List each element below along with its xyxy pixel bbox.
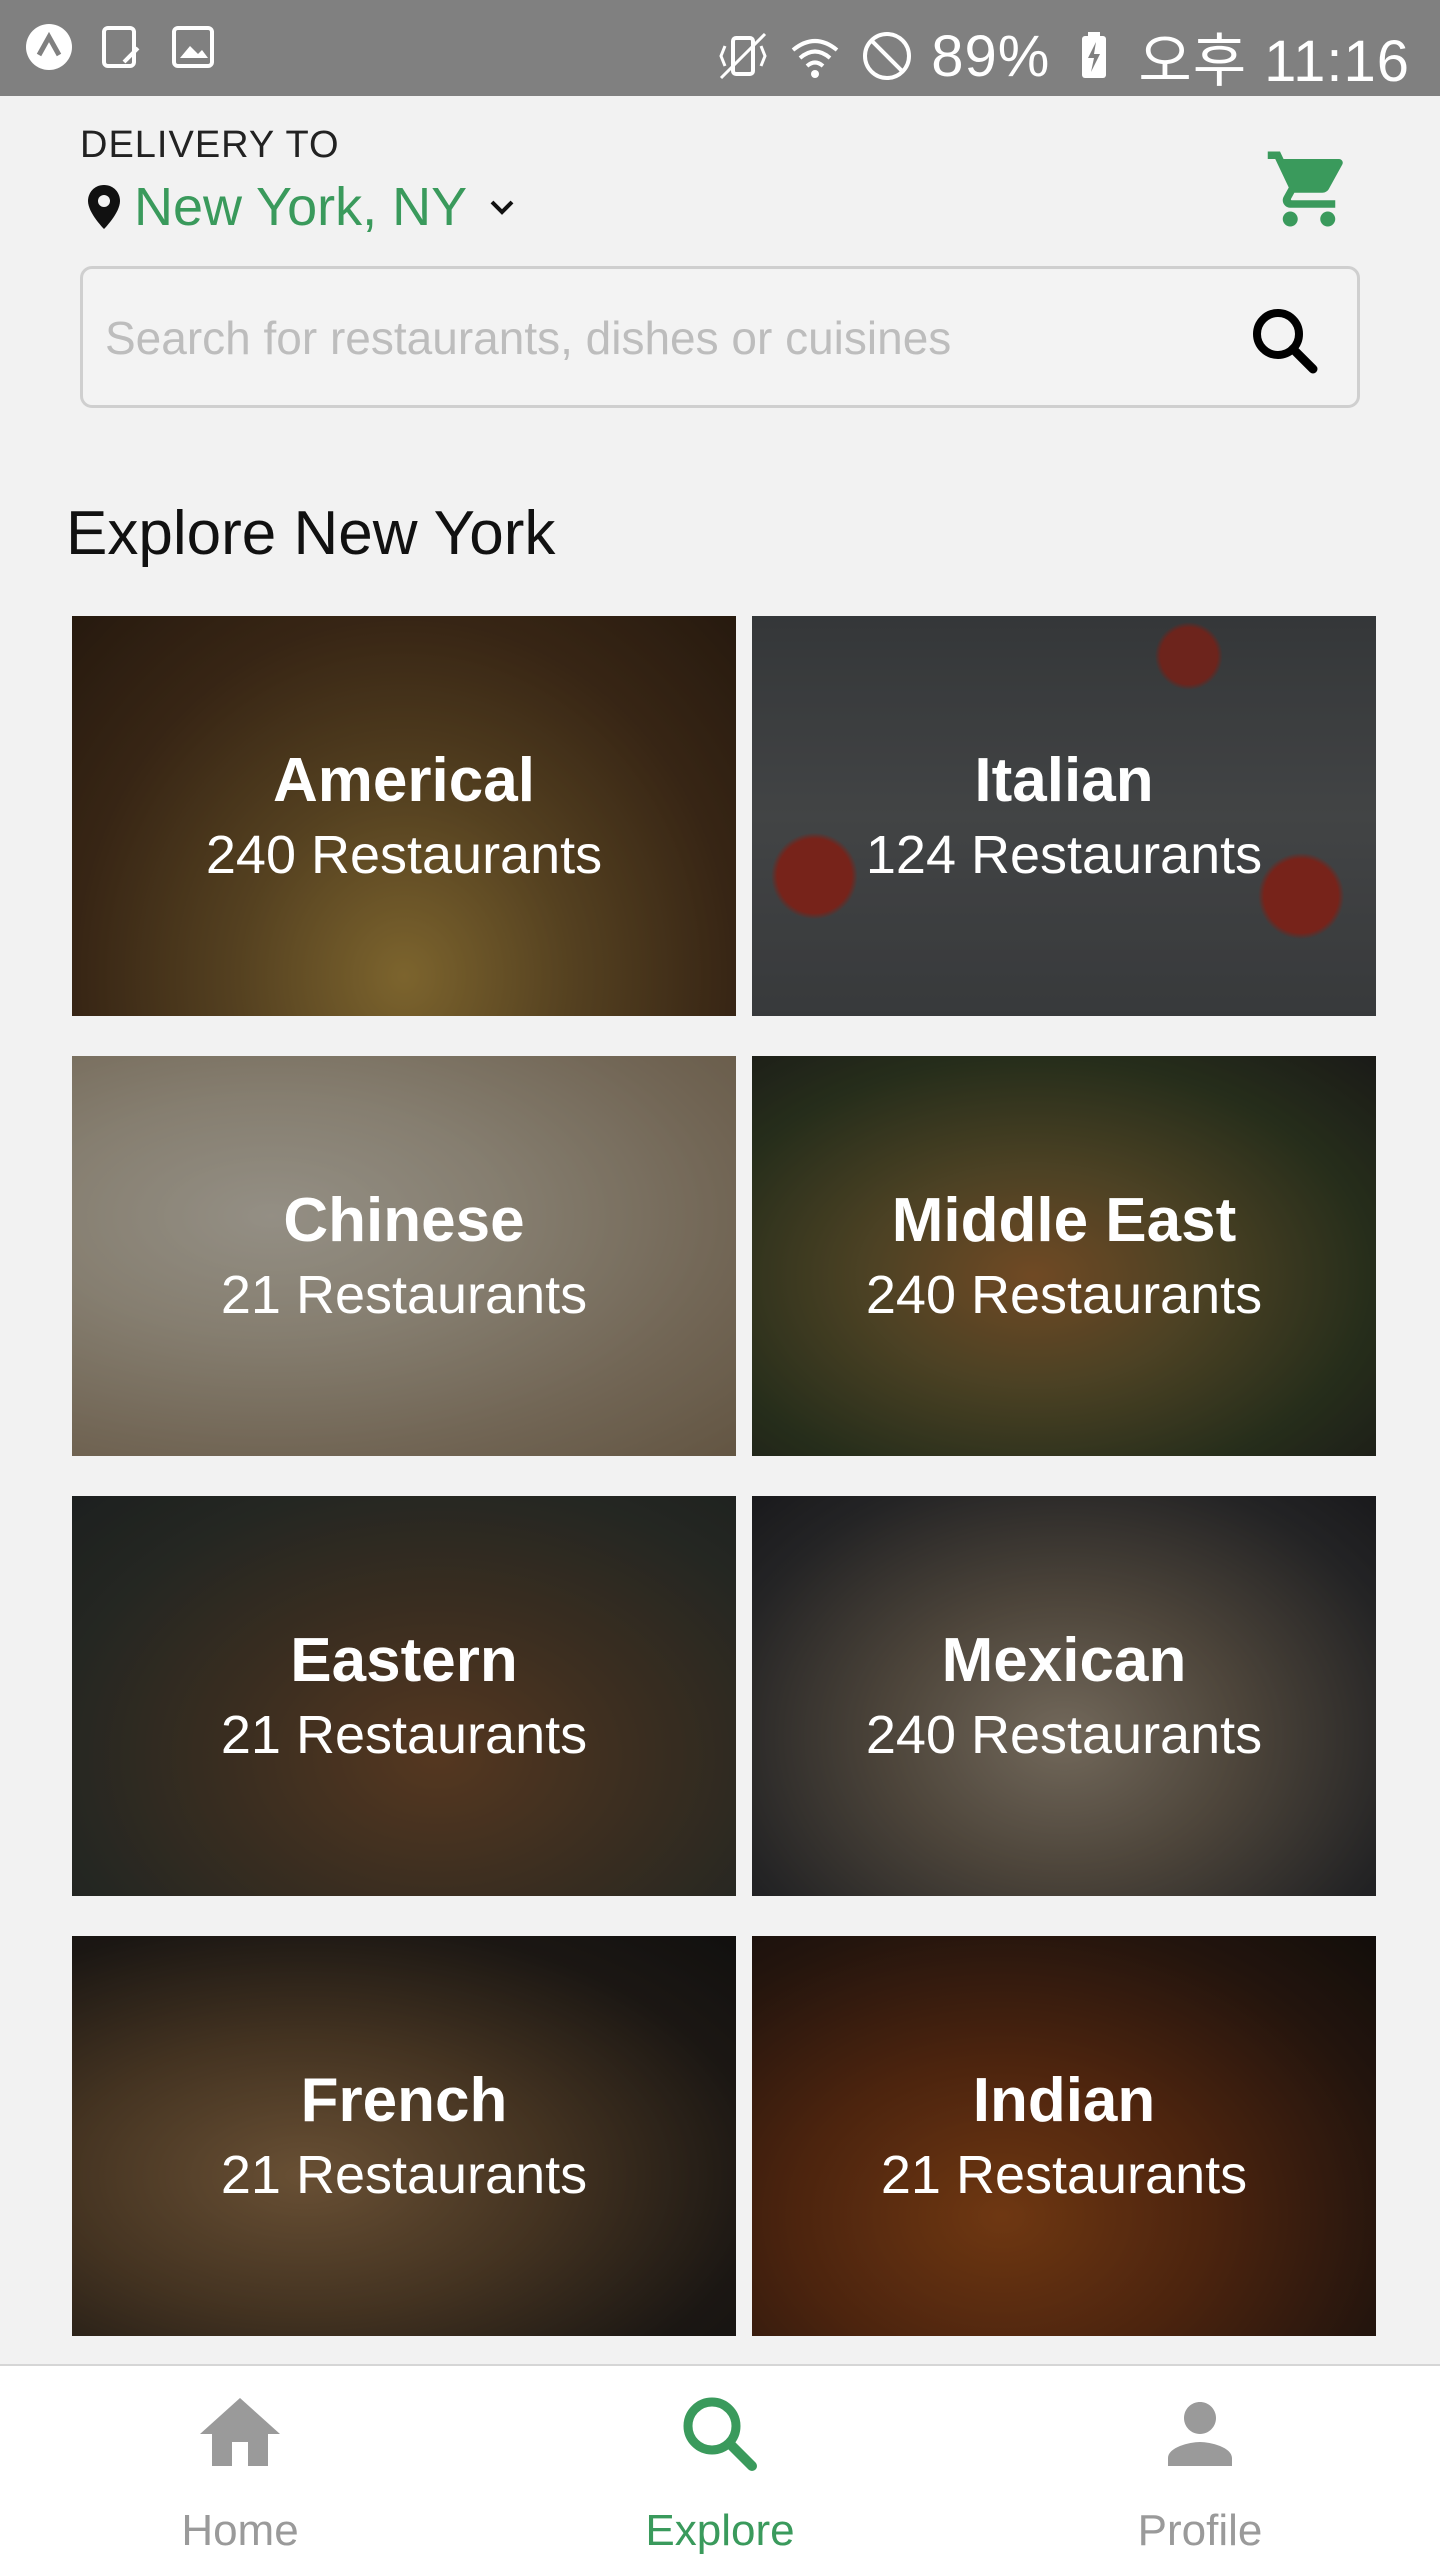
nav-home-label: Home xyxy=(181,2506,299,2555)
wifi-icon xyxy=(787,28,843,84)
cuisine-card-mexican[interactable]: Mexican 240 Restaurants xyxy=(752,1496,1376,1896)
cuisine-name: Middle East xyxy=(891,1186,1237,1256)
restaurant-count: 21 Restaurants xyxy=(220,2144,588,2205)
location-selector[interactable]: New York, NY xyxy=(84,176,519,238)
search-icon xyxy=(683,2397,757,2471)
cuisine-card-indian[interactable]: Indian 21 Restaurants xyxy=(752,1936,1376,2336)
person-icon xyxy=(1168,2402,1232,2466)
nav-explore[interactable]: Explore xyxy=(570,2386,870,2556)
restaurant-count: 240 Restaurants xyxy=(205,824,603,885)
cuisine-card-chinese[interactable]: Chinese 21 Restaurants xyxy=(72,1056,736,1456)
restaurant-count: 124 Restaurants xyxy=(865,824,1263,885)
search-bar xyxy=(80,266,1360,408)
battery-charging-icon xyxy=(1066,28,1122,84)
nav-explore-label: Explore xyxy=(645,2506,795,2555)
cuisine-card-middle-east[interactable]: Middle East 240 Restaurants xyxy=(752,1056,1376,1456)
chevron-down-icon xyxy=(490,200,514,215)
location-label: New York, NY xyxy=(134,177,468,237)
cuisine-card-eastern[interactable]: Eastern 21 Restaurants xyxy=(72,1496,736,1896)
header: DELIVERY TO New York, NY xyxy=(0,96,1440,426)
home-icon xyxy=(200,2398,280,2466)
cuisine-name: French xyxy=(300,2066,508,2136)
cuisine-name: Eastern xyxy=(290,1626,518,1696)
vibrate-icon xyxy=(715,28,771,84)
nav-home[interactable]: Home xyxy=(90,2386,390,2556)
cuisine-card-italian[interactable]: Italian 124 Restaurants xyxy=(752,616,1376,1016)
screenshot-icon xyxy=(96,22,146,72)
clock: 오후 11:16 xyxy=(1138,29,1410,94)
restaurant-count: 240 Restaurants xyxy=(865,1704,1263,1765)
cuisine-card-french[interactable]: French 21 Restaurants xyxy=(72,1936,736,2336)
restaurant-count: 21 Restaurants xyxy=(220,1264,588,1325)
cuisine-name: Mexican xyxy=(941,1626,1187,1696)
nav-profile[interactable]: Profile xyxy=(1050,2386,1350,2556)
cart-icon[interactable] xyxy=(1264,144,1354,234)
bottom-nav: Home Explore Profile xyxy=(0,2364,1440,2560)
status-bar: 89% 오후 11:16 xyxy=(0,0,1440,96)
search-icon[interactable] xyxy=(1247,303,1321,377)
pin-icon xyxy=(88,185,120,229)
nav-profile-label: Profile xyxy=(1137,2506,1263,2555)
gallery-icon xyxy=(168,22,218,72)
cuisine-name: Indian xyxy=(972,2066,1156,2136)
cuisine-name: Chinese xyxy=(283,1186,525,1256)
search-input[interactable] xyxy=(105,299,1205,377)
delivery-label: DELIVERY TO xyxy=(80,124,340,166)
section-title: Explore New York xyxy=(66,499,556,568)
restaurant-count: 21 Restaurants xyxy=(220,1704,588,1765)
app-icon xyxy=(24,22,74,72)
restaurant-count: 240 Restaurants xyxy=(865,1264,1263,1325)
battery-percent: 89% xyxy=(931,23,1051,89)
restaurant-count: 21 Restaurants xyxy=(880,2144,1248,2205)
do-not-disturb-icon xyxy=(859,28,915,84)
cuisine-name: Italian xyxy=(974,746,1154,816)
cuisine-card-americal[interactable]: Americal 240 Restaurants xyxy=(72,616,736,1016)
cuisine-name: Americal xyxy=(273,746,535,816)
